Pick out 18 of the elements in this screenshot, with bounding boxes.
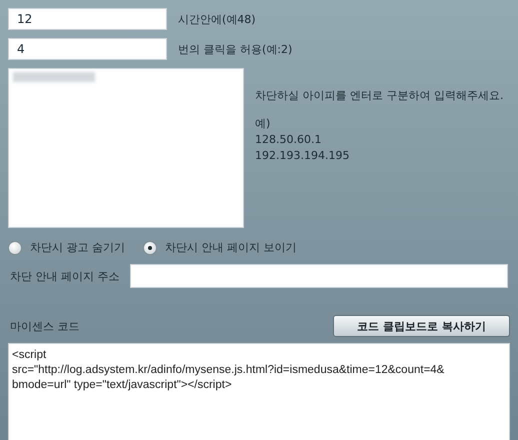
url-input[interactable] (130, 264, 508, 288)
radio-option[interactable]: 차단시 안내 페이지 보이기 (143, 240, 296, 255)
radio-option[interactable]: 차단시 광고 숨기기 (8, 240, 125, 255)
copy-button[interactable]: 코드 클립보드로 복사하기 (333, 315, 510, 337)
text-input[interactable]: 4 (8, 38, 167, 60)
example-ip: 128.50.60.1 (255, 132, 322, 148)
field-label: 시간안에(예48) (178, 12, 256, 26)
code-field[interactable]: <script src="http://log.adsystem.kr/adinfo/mysense.js.html?id=ismedusa&time=12&count=4& bmode=url" type="text/javascript"></script> (8, 343, 510, 440)
radio-icon[interactable] (143, 240, 157, 254)
radio-icon[interactable] (8, 240, 22, 254)
example-ip: 192.193.194.195 (255, 148, 350, 164)
field-label: 번의 클릭을 허용(예:2) (178, 42, 292, 56)
text-input[interactable]: 12 (8, 8, 167, 30)
field-label: 차단 안내 페이지 주소 (10, 268, 120, 284)
section-label: 마이센스 코드 (10, 318, 80, 334)
instruction-text: 차단하실 아이피를 엔터로 구분하여 입력해주세요. (255, 88, 504, 104)
example-title: 예) (255, 116, 272, 132)
ip-list-field[interactable] (8, 68, 244, 228)
